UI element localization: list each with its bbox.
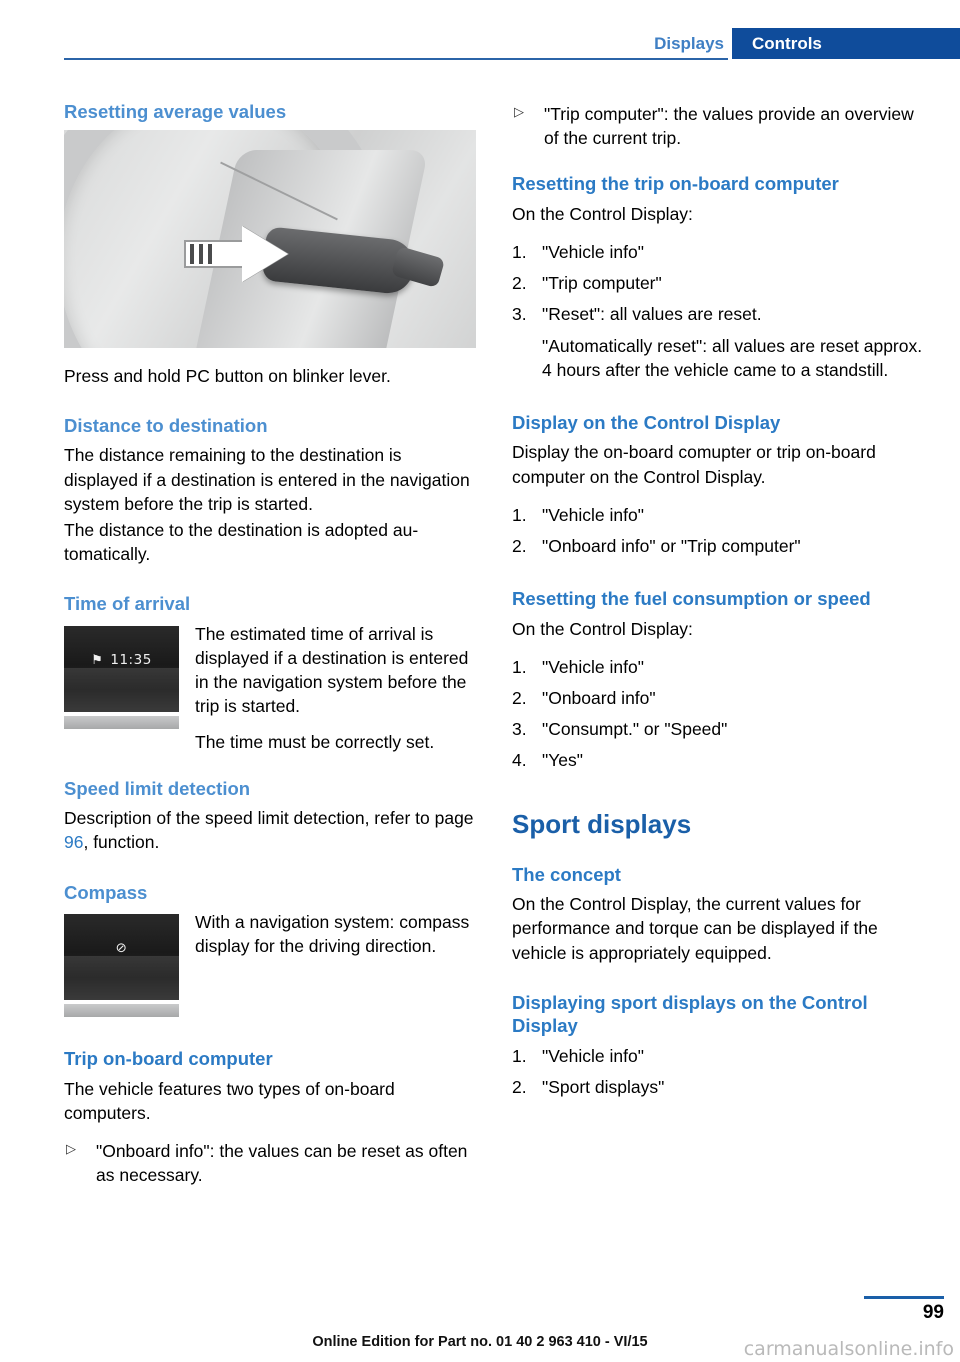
page-reference-link[interactable]: 96: [64, 832, 83, 852]
list-item-sub-note: "Automatically reset": all values are re…: [542, 335, 923, 380]
page-header: Displays Controls: [0, 0, 960, 62]
list-item: "Onboard info" or "Trip computer": [512, 534, 801, 558]
display-bezel-bottom: [64, 715, 179, 729]
destination-flag-icon: ⚑: [91, 652, 104, 668]
list-item: "Consumpt." or "Speed": [512, 717, 728, 741]
compass-glyph-icon: ⊘: [115, 940, 128, 957]
left-column: Resetting average values Press and hold …: [64, 100, 476, 1197]
display-glare: [64, 667, 179, 690]
heading-speed-limit-detection: Speed limit detection: [64, 777, 251, 799]
paragraph-distance-1: The distance remaining to the destinatio…: [64, 445, 470, 514]
list-item: "Vehicle info": [512, 240, 644, 264]
list-sport-steps: "Vehicle info" "Sport displays": [512, 1044, 924, 1099]
steering-column-lever-image: [64, 129, 476, 348]
watermark: carmanualsonline.info: [743, 1338, 954, 1360]
heading-time-of-arrival: Time of arrival: [64, 593, 191, 615]
display-glare-compass: [64, 956, 179, 979]
heading-trip-on-board-computer: Trip on-board computer: [64, 1048, 273, 1070]
list-reset-steps: "Vehicle info" "Trip computer" "Reset": …: [512, 240, 924, 382]
right-column: "Trip computer": the values provide an o…: [512, 100, 924, 1106]
heading-distance-to-destination: Distance to destination: [64, 414, 268, 436]
list-item: "Onboard info": [512, 686, 656, 710]
paragraph-compass: With a navigation system: com­pass displ…: [195, 912, 470, 957]
list-onboard-computer-types: "Onboard info": the values can be reset …: [64, 1139, 476, 1187]
press-arrow-icon: [184, 225, 292, 282]
arrow-head: [242, 225, 288, 282]
display-time-value: 11:35: [110, 651, 152, 668]
list-item: "Onboard info": the values can be reset …: [64, 1139, 476, 1187]
arrow-grip-bars: [190, 243, 238, 264]
display-compass-readout: ⊘: [64, 940, 179, 956]
paragraph-speed-limit: Description of the speed limit detection…: [64, 806, 476, 854]
list-item: "Vehicle info": [512, 655, 644, 679]
list-item: "Vehicle info": [512, 503, 644, 527]
paragraph-on-control-display-1: On the Control Display:: [512, 203, 693, 224]
tab-controls[interactable]: Controls: [732, 28, 960, 59]
compass-display-image: ⊘: [64, 914, 179, 1018]
tab-displays[interactable]: Displays: [654, 28, 724, 59]
list-item: "Yes": [512, 748, 583, 772]
time-of-arrival-display-image: ⚑ 11:35: [64, 625, 179, 729]
paragraph-time-1: The estimated time of arrival is display…: [195, 623, 469, 717]
caption-press-hold-pc-button: Press and hold PC button on blinker leve…: [64, 365, 391, 386]
display-bezel-bottom-compass: [64, 1004, 179, 1018]
list-item: "Trip computer": the values provide an o…: [512, 102, 924, 150]
heading-resetting-average-values: Resetting average values: [64, 101, 287, 122]
speed-limit-text-a: Description of the speed limit detection…: [64, 808, 474, 829]
display-time-readout: ⚑ 11:35: [64, 652, 179, 668]
list-item-label: "Reset": all values are reset.: [542, 304, 762, 325]
list-display-steps: "Vehicle info" "Onboard info" or "Trip c…: [512, 503, 924, 558]
heading-resetting-trip-obc: Resetting the trip on-board computer: [512, 173, 839, 195]
paragraph-display-on-cd: Display the on-board comupter or trip on…: [512, 442, 876, 487]
heading-compass: Compass: [64, 881, 148, 903]
paragraph-time-2: The time must be correctly set.: [195, 732, 435, 753]
speed-limit-text-b: , function.: [83, 832, 160, 853]
display-screen-time: ⚑ 11:35: [64, 625, 179, 712]
footer-divider: [864, 1296, 944, 1299]
paragraph-the-concept: On the Control Display, the current valu…: [512, 894, 878, 963]
list-item: "Vehicle info": [512, 1044, 644, 1068]
header-divider: [64, 58, 728, 60]
page-number: 99: [922, 1302, 944, 1323]
display-screen-compass: ⊘: [64, 914, 179, 1001]
heading-displaying-sport-displays: Displaying sport displays on the Control…: [512, 991, 868, 1037]
paragraph-on-control-display-2: On the Control Display:: [512, 618, 693, 639]
heading-display-on-control-display: Display on the Control Display: [512, 411, 781, 433]
list-item: "Sport displays": [512, 1075, 665, 1099]
list-fuel-steps: "Vehicle info" "Onboard info" "Consumpt.…: [512, 655, 924, 773]
paragraph-distance-2: The distance to the destination is adopt…: [64, 519, 419, 565]
paragraph-trip-obc: The vehicle features two types of on-boa…: [64, 1078, 395, 1123]
heading-resetting-fuel-consumption: Resetting the fuel consumption or speed: [512, 588, 871, 610]
list-item: "Reset": all values are reset. "Automati…: [512, 302, 924, 381]
list-item: "Trip computer": [512, 271, 662, 295]
list-onboard-computer-types-cont: "Trip computer": the values provide an o…: [512, 102, 924, 150]
heading-the-concept: The concept: [512, 863, 621, 885]
heading-sport-displays: Sport displays: [512, 809, 692, 840]
